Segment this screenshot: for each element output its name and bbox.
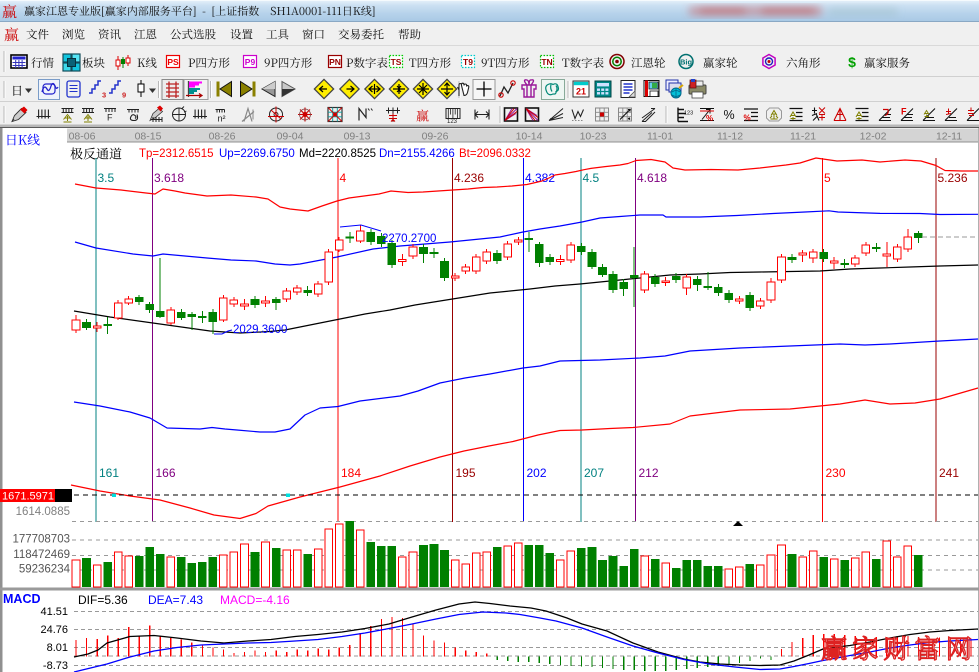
svg-text:%: %: [723, 108, 734, 122]
svg-text:3: 3: [102, 91, 106, 100]
svg-text:MACD: MACD: [3, 592, 41, 606]
svg-text:09-04: 09-04: [277, 131, 304, 143]
svg-text:5: 5: [824, 171, 831, 185]
svg-text:09-13: 09-13: [344, 131, 371, 143]
svg-text:%: %: [744, 114, 751, 123]
svg-text:12-02: 12-02: [860, 131, 887, 143]
svg-text:10-14: 10-14: [516, 131, 543, 143]
svg-text:Up=2269.6750: Up=2269.6750: [219, 148, 295, 160]
svg-text:166: 166: [156, 466, 176, 480]
svg-text:24.76: 24.76: [40, 624, 68, 636]
svg-text:3.618: 3.618: [154, 171, 184, 185]
svg-text:Tp=2312.6515: Tp=2312.6515: [139, 148, 214, 160]
svg-text:212: 212: [639, 466, 659, 480]
svg-text:DIF=5.36: DIF=5.36: [78, 593, 128, 607]
svg-text:P9: P9: [245, 57, 256, 67]
svg-text:1614.0885: 1614.0885: [16, 506, 70, 518]
svg-text:4.236: 4.236: [454, 171, 484, 185]
svg-text:n²: n²: [218, 114, 226, 124]
svg-text:11-12: 11-12: [717, 131, 743, 143]
svg-text:4.382: 4.382: [525, 171, 555, 185]
svg-text:4.618: 4.618: [637, 171, 667, 185]
svg-text:DEA=7.43: DEA=7.43: [148, 593, 203, 607]
svg-text:184: 184: [341, 466, 361, 480]
svg-text:3.5: 3.5: [98, 171, 115, 185]
svg-text:F: F: [901, 107, 907, 117]
svg-text:%: %: [706, 114, 713, 123]
svg-text:21: 21: [576, 87, 586, 97]
svg-text:09-26: 09-26: [422, 131, 449, 143]
svg-text:PN: PN: [329, 57, 341, 67]
svg-text:Bt=2096.0332: Bt=2096.0332: [459, 148, 531, 160]
svg-text:202: 202: [527, 466, 547, 480]
svg-text:Dn=2155.4266: Dn=2155.4266: [379, 148, 455, 160]
svg-text:12-11: 12-11: [936, 131, 962, 143]
svg-text:4: 4: [340, 171, 347, 185]
svg-text:2029.3600: 2029.3600: [233, 324, 287, 336]
svg-text:1671.5971: 1671.5971: [2, 491, 54, 503]
svg-text:177708703: 177708703: [12, 534, 70, 546]
svg-text:41.51: 41.51: [40, 606, 68, 618]
svg-text:11-21: 11-21: [790, 131, 816, 143]
svg-text:5.236: 5.236: [938, 171, 968, 185]
svg-text:-8.73: -8.73: [43, 660, 68, 672]
svg-text:11-01: 11-01: [647, 131, 673, 143]
svg-text:$: $: [848, 54, 856, 70]
svg-text:Big: Big: [680, 58, 693, 67]
svg-text:PS: PS: [167, 57, 179, 67]
svg-text:230: 230: [826, 466, 846, 480]
svg-text:08-15: 08-15: [135, 131, 162, 143]
svg-text:118472469: 118472469: [13, 549, 70, 561]
svg-text:59236234: 59236234: [19, 564, 71, 576]
svg-text:T9: T9: [463, 57, 473, 67]
svg-text:123: 123: [447, 119, 458, 125]
svg-text:08-06: 08-06: [69, 131, 96, 143]
svg-text:207: 207: [584, 466, 604, 480]
svg-text:F: F: [107, 113, 113, 123]
svg-text:123: 123: [684, 111, 693, 117]
svg-text:08-26: 08-26: [209, 131, 236, 143]
svg-text:TN: TN: [541, 57, 552, 67]
svg-text:241: 241: [939, 466, 959, 480]
svg-text:10-23: 10-23: [580, 131, 607, 143]
svg-text:4.5: 4.5: [583, 171, 600, 185]
svg-text:161: 161: [99, 466, 119, 480]
svg-text:195: 195: [456, 466, 476, 480]
svg-text:TS: TS: [391, 57, 402, 67]
svg-text:MACD=-4.16: MACD=-4.16: [220, 593, 290, 607]
svg-text:8.01: 8.01: [47, 642, 68, 654]
svg-text:9: 9: [122, 91, 126, 100]
svg-text:2270.2700: 2270.2700: [382, 233, 436, 245]
